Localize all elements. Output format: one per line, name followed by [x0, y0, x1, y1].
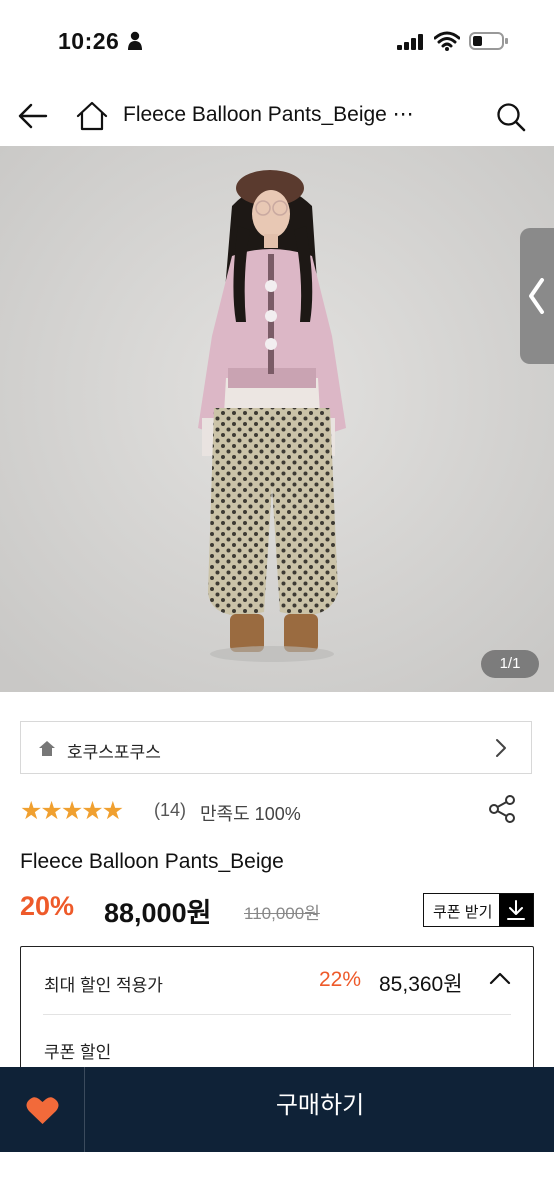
home-icon[interactable] [76, 101, 108, 131]
product-image[interactable] [0, 146, 554, 692]
get-coupon-button[interactable]: 쿠폰 받기 [423, 893, 534, 927]
home-indicator-area [0, 1152, 554, 1200]
model-photo [0, 146, 554, 692]
person-icon [128, 31, 142, 50]
image-counter: 1/1 [481, 650, 539, 678]
bottom-action-bar: 구매하기 [0, 1067, 554, 1152]
brand-name: 호쿠스포쿠스 [67, 743, 161, 762]
cellular-signal-icon [397, 34, 423, 50]
coupon-discount-label: 쿠폰 할인 [44, 1043, 112, 1062]
heart-icon [26, 1097, 59, 1124]
top-nav-bar: Fleece Balloon Pants_Beige ⋯ [0, 84, 554, 146]
product-title: Fleece Balloon Pants_Beige [20, 850, 284, 873]
sale-price: 88,000원 [104, 898, 212, 928]
share-icon[interactable] [488, 794, 518, 824]
satisfaction-rate: 만족도 100% [200, 804, 301, 824]
coupon-download [499, 894, 533, 926]
like-button[interactable] [0, 1067, 85, 1152]
review-count: (14) [154, 800, 187, 820]
coupon-button-label: 쿠폰 받기 [433, 904, 493, 921]
search-icon[interactable] [496, 102, 526, 132]
discount-rate: 20% [20, 891, 75, 921]
battery-icon [469, 32, 508, 50]
download-icon [507, 900, 525, 920]
max-discount-rate: 22% [319, 968, 362, 991]
back-arrow-icon[interactable] [18, 102, 48, 130]
max-discount-panel: 최대 할인 적용가 22% 85,360원 쿠폰 할인 [20, 946, 534, 1076]
side-panel-tab[interactable] [520, 228, 554, 364]
max-discount-label: 최대 할인 적용가 [44, 976, 163, 995]
wifi-icon [434, 31, 460, 51]
chevron-left-icon [529, 278, 544, 314]
brand-link[interactable]: 호쿠스포쿠스 [20, 721, 532, 774]
status-bar: 10:26 [0, 0, 554, 84]
page-title: Fleece Balloon Pants_Beige ⋯ [123, 103, 414, 126]
star-rating: ★★★★★ [20, 797, 124, 825]
original-price: 110,000원 [244, 904, 320, 923]
chevron-up-icon[interactable] [489, 971, 511, 985]
home-icon [39, 741, 55, 756]
max-discount-price: 85,360원 [379, 973, 463, 996]
divider [43, 1014, 511, 1015]
buy-button[interactable]: 구매하기 [86, 1067, 554, 1152]
chevron-right-icon [496, 739, 506, 757]
status-time: 10:26 [58, 28, 120, 54]
